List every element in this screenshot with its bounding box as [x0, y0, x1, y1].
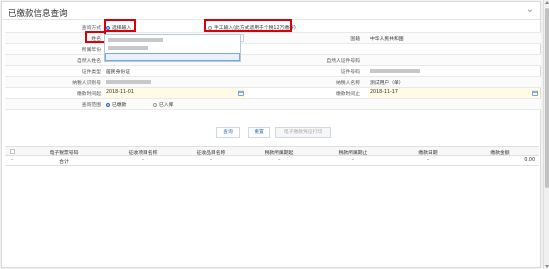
query-button[interactable]: 查询: [216, 127, 240, 138]
result-table: 电子税票号码 征收项目名称 征收品目名称 税款所属期起 税款所属期止 缴款日期 …: [5, 146, 539, 166]
dropdown-option-selected[interactable]: [105, 53, 240, 61]
radio-paid-icon[interactable]: [106, 102, 110, 107]
column-header[interactable]: 征收项目名称: [109, 149, 177, 156]
column-header[interactable]: 电子税票号码: [19, 149, 109, 156]
print-voucher-button[interactable]: 电子缴款凭证打印: [275, 127, 331, 138]
id-number-redacted: [370, 69, 420, 73]
column-header[interactable]: 征收品目名称: [177, 149, 245, 156]
scroll-thumb[interactable]: [545, 8, 549, 188]
start-date-field[interactable]: 2018-11-01: [104, 88, 246, 98]
taxpayer-name-label: 纳税人名称: [336, 81, 360, 86]
highlight-manual-input: [204, 19, 292, 32]
query-form: 查询方式 选择输入 手工输入(此方式适用于个税12万缴存) 姓名 国籍 中华人民…: [5, 19, 541, 110]
unit-row: 所属年份: [5, 44, 541, 55]
total-amount: 0.00: [524, 158, 535, 163]
end-date-label: 缴款时间止: [336, 92, 360, 97]
country-label: 国籍: [350, 37, 360, 42]
unit-label: 所属年份: [81, 48, 101, 53]
calendar-icon[interactable]: [238, 90, 244, 96]
start-date-label: 缴款时间起: [77, 92, 101, 97]
column-header[interactable]: 缴款金额: [463, 149, 537, 156]
collapse-icon[interactable]: [527, 8, 533, 14]
other-id-label: 自然人证件号码: [326, 59, 360, 64]
table-cell: -: [427, 158, 429, 163]
table-cell: -: [278, 158, 280, 163]
id-type-value: 居民身份证: [106, 70, 130, 75]
scope-row: 查询范围 已缴款 已入库: [5, 99, 541, 110]
id-type-label: 证件类型: [81, 70, 101, 75]
other-person-row: 自然人姓名 自然人证件号码: [5, 55, 541, 66]
table-cell: -: [142, 158, 144, 163]
row-marker: -: [11, 158, 13, 163]
name-row: 姓名 国籍 中华人民共和国: [5, 31, 541, 44]
scope-option-b[interactable]: 已入库: [153, 101, 173, 108]
column-header[interactable]: 税款所属期起: [245, 149, 313, 156]
vertical-scrollbar[interactable]: [543, 0, 549, 269]
highlight-select-input: [104, 19, 136, 32]
dropdown-option-redacted: [108, 38, 163, 42]
query-panel: 已缴款信息查询 查询方式 选择输入 手工输入(此方式适用于个税12万缴存) 姓名…: [1, 1, 541, 268]
calendar-icon[interactable]: [532, 90, 538, 96]
taxpayer-name-value: 测试用户（单）: [370, 81, 404, 86]
reset-button[interactable]: 重置: [248, 127, 270, 138]
scope-option-a[interactable]: 已缴款: [106, 101, 126, 108]
scope-label: 查询范围: [81, 103, 101, 108]
taxpayer-id-redacted: [106, 80, 151, 84]
scope-option-b-label: 已入库: [159, 103, 174, 108]
table-header: 电子税票号码 征收项目名称 征收品目名称 税款所属期起 税款所属期止 缴款日期 …: [5, 146, 539, 156]
country-value: 中华人民共和国: [370, 37, 404, 42]
scroll-up-icon[interactable]: [545, 1, 549, 4]
id-number-label: 证件号码: [340, 70, 360, 75]
total-label: 合计: [59, 160, 69, 165]
scroll-down-icon[interactable]: [545, 265, 549, 268]
checkbox-icon[interactable]: [9, 149, 15, 154]
table-cell: -: [352, 158, 354, 163]
other-person-label: 自然人姓名: [77, 59, 101, 64]
select-all-checkbox[interactable]: [7, 149, 17, 156]
radio-stored-icon[interactable]: [153, 102, 157, 107]
end-date-field[interactable]: 2018-11-17: [368, 88, 540, 98]
taxpayer-row: 纳税人识别号 纳税人名称 测试用户（单）: [5, 77, 541, 88]
dropdown-option-redacted: [108, 46, 148, 50]
name-dropdown-list[interactable]: [104, 34, 241, 62]
start-date-value: 2018-11-01: [106, 90, 134, 95]
table-cell: -: [210, 158, 212, 163]
end-date-value: 2018-11-17: [370, 90, 398, 95]
dropdown-option[interactable]: [105, 36, 240, 44]
scope-option-a-label: 已缴款: [112, 103, 127, 108]
table-row-total: - 合计 - - - - - 0.00: [5, 156, 539, 166]
taxpayer-id-label: 纳税人识别号: [72, 81, 101, 86]
query-mode-label: 查询方式: [81, 26, 101, 31]
dropdown-option[interactable]: [105, 44, 240, 52]
column-header[interactable]: 缴款日期: [393, 149, 463, 156]
id-row: 证件类型 居民身份证 证件号码: [5, 66, 541, 77]
highlight-name-label: [85, 31, 106, 43]
panel-title: 已缴款信息查询: [8, 9, 68, 19]
column-header[interactable]: 税款所属期止: [313, 149, 393, 156]
date-row: 缴款时间起 2018-11-01 缴款时间止 2018-11-17: [5, 88, 541, 99]
